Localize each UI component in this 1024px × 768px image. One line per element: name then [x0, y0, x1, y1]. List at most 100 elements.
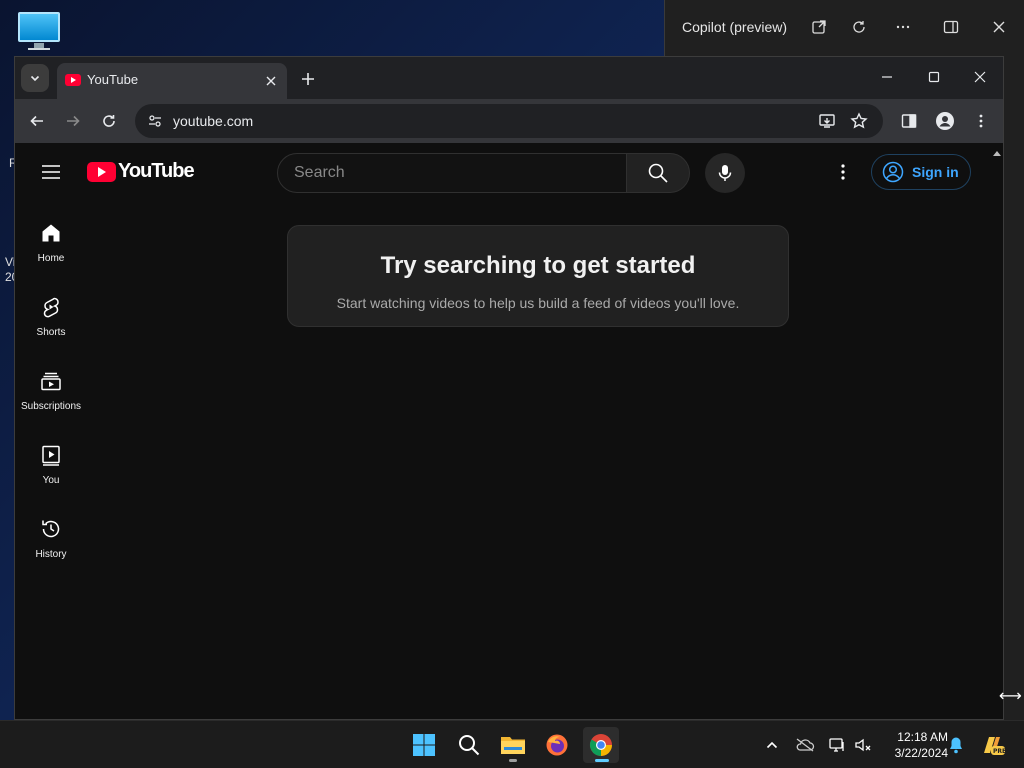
bookmark-button[interactable]	[847, 109, 871, 133]
close-copilot-button[interactable]	[984, 12, 1014, 42]
folder-icon	[501, 737, 525, 754]
back-button[interactable]	[23, 107, 51, 135]
more-options-button[interactable]	[888, 12, 918, 42]
tune-icon	[149, 115, 161, 127]
empty-feed-title: Try searching to get started	[380, 252, 696, 279]
tab-title: YouTube	[87, 72, 139, 87]
sidebar-item-label: History	[35, 549, 67, 560]
this-pc-desktop-icon[interactable]	[16, 10, 62, 50]
tab-youtube[interactable]: YouTube	[57, 63, 287, 99]
minimize-button[interactable]	[864, 61, 910, 93]
side-panel-icon	[943, 20, 959, 34]
chrome-menu-button[interactable]	[967, 107, 995, 135]
sign-in-button[interactable]: Sign in	[871, 154, 971, 190]
bell-icon	[950, 737, 962, 754]
sidebar-item-shorts[interactable]: Shorts	[15, 287, 87, 347]
youtube-logo[interactable]: YouTube	[87, 160, 195, 183]
taskbar-clock[interactable]: 12:18 AM 3/22/2024	[878, 729, 948, 761]
cloud-offline-icon	[796, 738, 815, 752]
taskbar: 12:18 AM 3/22/2024 PRE	[0, 720, 1024, 768]
chevron-down-icon	[30, 75, 40, 82]
sidebar-item-history[interactable]: History	[15, 509, 87, 569]
youtube-page: YouTube Sign in Home Shorts Subscr	[15, 143, 1003, 719]
arrow-right-icon	[67, 115, 80, 127]
subscriptions-icon	[41, 372, 61, 391]
show-hidden-icons-button[interactable]	[760, 733, 784, 757]
sign-in-label: Sign in	[912, 164, 959, 180]
onedrive-tray-button[interactable]	[793, 733, 817, 757]
microphone-icon	[718, 165, 732, 181]
account-circle-icon	[882, 161, 904, 183]
file-explorer-taskbar-button[interactable]	[495, 727, 531, 763]
sidebar-item-label: Home	[37, 253, 65, 264]
chevron-up-icon	[766, 741, 778, 749]
forward-button[interactable]	[59, 107, 87, 135]
sidebar-item-subscriptions[interactable]: Subscriptions	[15, 361, 87, 421]
install-icon	[819, 114, 835, 128]
sidebar-item-label: Subscriptions	[20, 401, 82, 412]
clock-time: 12:18 AM	[897, 730, 948, 744]
plus-icon	[302, 73, 314, 85]
reload-button[interactable]	[95, 107, 123, 135]
sidebar-item-home[interactable]: Home	[15, 213, 87, 273]
search-button[interactable]	[626, 153, 690, 193]
sidebar-item-label: Shorts	[36, 327, 66, 338]
active-indicator	[595, 759, 609, 762]
copilot-title: Copilot (preview)	[682, 19, 788, 35]
scrollbar-up-arrow[interactable]	[993, 151, 1001, 156]
history-icon	[42, 520, 60, 538]
maximize-button[interactable]	[911, 61, 957, 93]
network-icon	[829, 738, 844, 752]
open-external-icon	[812, 20, 826, 34]
network-tray-button[interactable]	[825, 733, 849, 757]
settings-menu-button[interactable]	[831, 160, 855, 184]
windows-logo-icon	[413, 734, 435, 756]
minimize-icon	[882, 76, 892, 78]
reload-icon	[103, 115, 115, 127]
close-tab-button[interactable]	[261, 71, 281, 91]
install-app-button[interactable]	[815, 109, 839, 133]
more-horizontal-icon	[896, 25, 910, 29]
profile-icon	[936, 112, 954, 130]
search-icon	[459, 735, 480, 756]
empty-feed-card: Try searching to get started Start watch…	[287, 225, 789, 327]
search-input[interactable]	[294, 162, 614, 184]
resize-cursor-icon: ⟷	[999, 688, 1022, 705]
copilot-taskbar-button[interactable]: PRE	[979, 733, 1007, 757]
youtube-play-icon	[87, 161, 116, 182]
firefox-taskbar-button[interactable]	[539, 727, 575, 763]
taskbar-search-button[interactable]	[451, 727, 487, 763]
tab-search-button[interactable]	[21, 64, 49, 92]
address-bar[interactable]: youtube.com	[135, 104, 883, 138]
home-icon	[42, 224, 60, 242]
open-in-new-button[interactable]	[804, 12, 834, 42]
browser-toolbar: youtube.com	[15, 99, 1003, 143]
sidebar-item-label: You	[42, 475, 60, 486]
dock-button[interactable]	[936, 12, 966, 42]
search-box	[277, 153, 627, 193]
refresh-button[interactable]	[844, 12, 874, 42]
new-tab-button[interactable]	[295, 66, 321, 92]
star-icon	[850, 112, 868, 129]
sidebar-item-you[interactable]: You	[15, 435, 87, 495]
notifications-button[interactable]	[944, 733, 968, 757]
search-icon	[648, 163, 668, 183]
close-icon	[974, 71, 986, 83]
voice-search-button[interactable]	[705, 153, 745, 193]
copilot-pre-icon: PRE	[984, 737, 1006, 755]
guide-menu-button[interactable]	[39, 160, 63, 184]
firefox-icon	[546, 734, 568, 756]
close-window-button[interactable]	[957, 61, 1003, 93]
clock-date: 3/22/2024	[894, 746, 948, 760]
hamburger-menu-icon	[42, 165, 60, 179]
profile-button[interactable]	[931, 107, 959, 135]
more-vertical-icon	[979, 114, 983, 128]
volume-tray-button[interactable]	[851, 733, 875, 757]
site-info-button[interactable]	[143, 109, 167, 133]
running-indicator	[509, 759, 517, 762]
speaker-muted-icon	[855, 738, 871, 752]
you-icon	[42, 445, 60, 466]
start-button[interactable]	[406, 727, 442, 763]
chrome-taskbar-button[interactable]	[583, 727, 619, 763]
side-panel-button[interactable]	[895, 107, 923, 135]
